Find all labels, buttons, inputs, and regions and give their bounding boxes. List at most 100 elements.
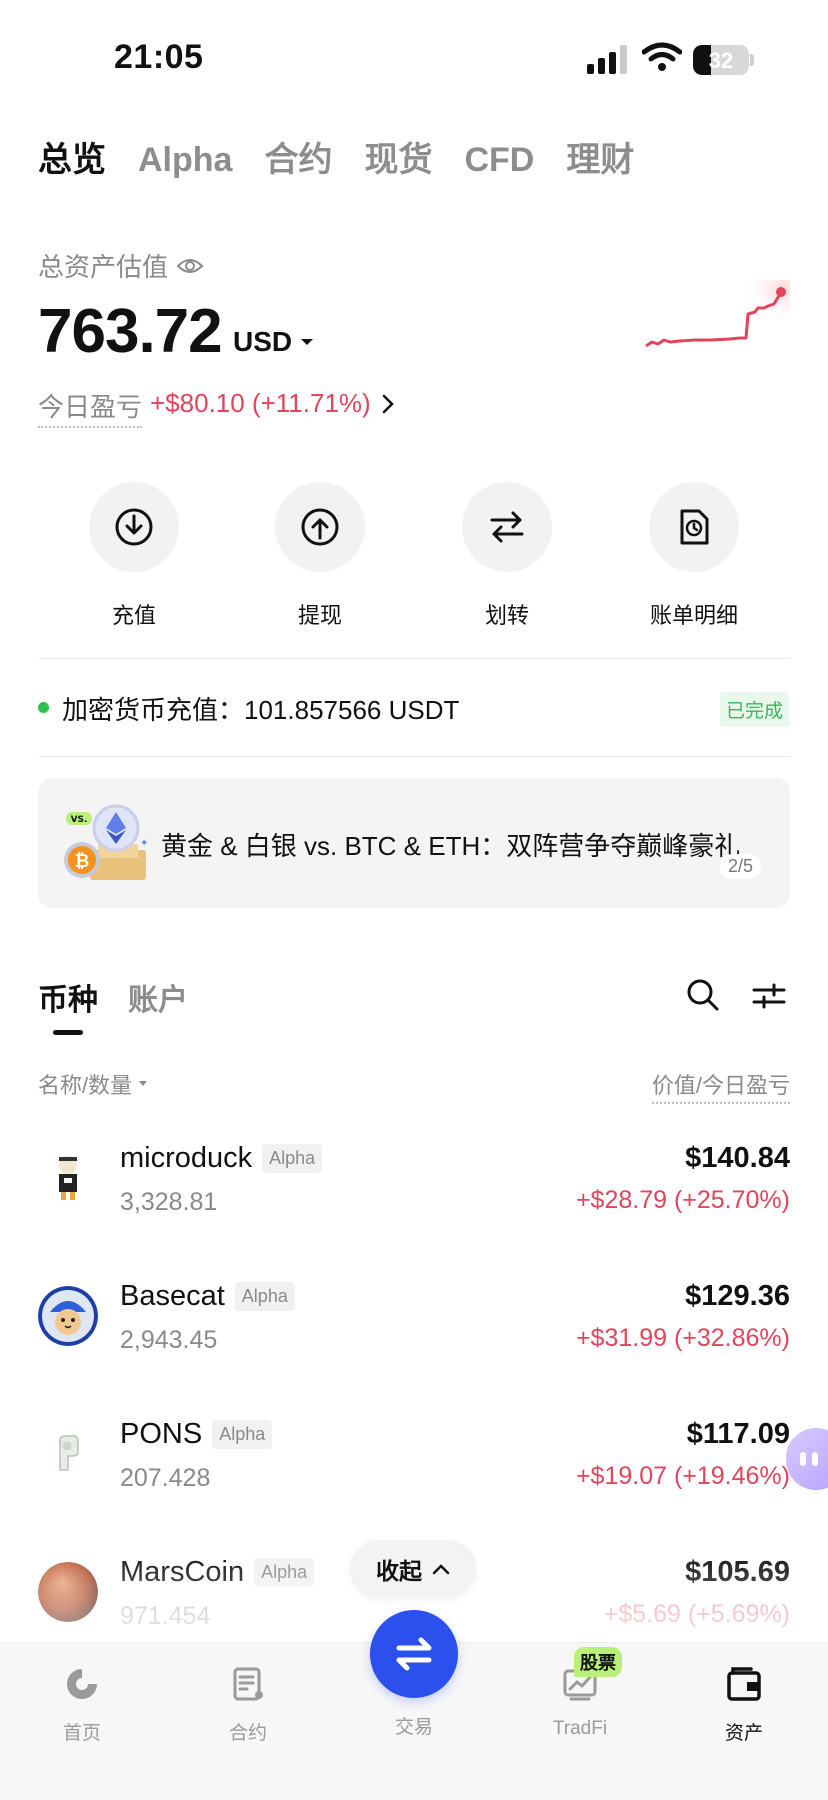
- trade-button[interactable]: [370, 1610, 458, 1698]
- status-dot: [38, 702, 49, 713]
- nav-assets[interactable]: 资产: [684, 1665, 804, 1745]
- trade-icon: [396, 1637, 432, 1671]
- search-icon[interactable]: [686, 978, 720, 1012]
- tab-coins[interactable]: 币种: [38, 975, 98, 1019]
- currency-selector[interactable]: USD: [233, 326, 314, 358]
- asset-row[interactable]: Basecat Alpha 2,943.45 $129.36 +$31.99 (…: [0, 1262, 828, 1400]
- transfer-circle: [462, 482, 552, 572]
- nav-home-label: 首页: [62, 1723, 101, 1744]
- asset-name-row: Basecat Alpha: [120, 1280, 295, 1313]
- transfer-icon: [490, 511, 524, 543]
- deposit-circle: [89, 482, 179, 572]
- asset-quantity: 3,328.81: [120, 1188, 218, 1216]
- home-icon: [67, 1669, 97, 1699]
- wifi-icon: [642, 42, 682, 71]
- tab-earn[interactable]: 理财: [566, 132, 634, 181]
- withdraw-action[interactable]: 提现: [250, 482, 390, 630]
- withdraw-circle: [275, 482, 365, 572]
- deposit-notice[interactable]: 加密货币充值：101.857566 USDT: [62, 690, 459, 727]
- deposit-action[interactable]: 充值: [64, 482, 204, 630]
- battery-cap: [750, 54, 754, 66]
- asset-change: +$5.69 (+5.69%): [603, 1600, 790, 1628]
- asset-row[interactable]: PONS Alpha 207.428 $117.09 +$19.07 (+19.…: [0, 1400, 828, 1538]
- bill-label: 账单明细: [649, 603, 738, 628]
- promo-art-badge: VS.: [71, 815, 88, 825]
- total-asset-label: 总资产估值: [38, 247, 204, 284]
- caret-down-icon: [301, 339, 314, 345]
- status-badge: 已完成: [720, 692, 790, 727]
- nav-trade-label: 交易: [394, 1717, 433, 1738]
- promo-art-icon: ₿ VS. ✦: [64, 804, 148, 880]
- today-pnl-label[interactable]: 今日盈亏: [38, 387, 143, 428]
- tab-alpha[interactable]: Alpha: [138, 141, 232, 180]
- microduck-avatar: [38, 1148, 98, 1208]
- bill-action[interactable]: 账单明细: [624, 482, 764, 630]
- chevron-right-icon: [382, 394, 394, 413]
- bill-icon: [680, 509, 709, 545]
- asset-quantity: 971.454: [120, 1602, 211, 1630]
- alpha-tag: Alpha: [262, 1144, 323, 1173]
- asset-name: Basecat: [120, 1280, 225, 1312]
- svg-text:₿: ₿: [75, 851, 90, 872]
- asset-name: microduck: [120, 1142, 253, 1174]
- battery-indicator: 32: [693, 45, 749, 75]
- top-tabs: 总览 Alpha 合约 现货 CFD 理财: [38, 132, 666, 181]
- asset-name: MarsCoin: [120, 1556, 245, 1588]
- marscoin-avatar: [38, 1562, 98, 1622]
- battery-level: 32: [708, 48, 734, 73]
- asset-change: +$31.99 (+32.86%): [575, 1324, 790, 1352]
- balance-sparkline: [645, 280, 790, 348]
- col-left-label: 名称/数量: [38, 1073, 133, 1098]
- asset-name-row: microduck Alpha: [120, 1142, 323, 1175]
- asset-change: +$19.07 (+19.46%): [575, 1462, 790, 1490]
- filter-icon[interactable]: [752, 980, 786, 1012]
- asset-name: PONS: [120, 1418, 203, 1450]
- upload-icon: [301, 508, 339, 546]
- deposit-label: 充值: [111, 603, 156, 628]
- divider-top: [38, 658, 790, 659]
- today-pnl-amount: +$80.10 (+11.71%): [150, 388, 371, 418]
- eye-icon[interactable]: [176, 256, 204, 276]
- asset-quantity: 207.428: [120, 1464, 211, 1492]
- divider-bottom: [38, 756, 790, 757]
- nav-contract[interactable]: 合约: [188, 1665, 308, 1745]
- transfer-action[interactable]: 划转: [437, 482, 577, 630]
- collapse-button[interactable]: 收起: [350, 1540, 476, 1598]
- sort-value-pnl[interactable]: 价值/今日盈亏: [651, 1068, 790, 1104]
- tab-spot[interactable]: 现货: [364, 132, 432, 181]
- svg-text:✦: ✦: [140, 838, 148, 849]
- total-asset-label-text: 总资产估值: [38, 252, 169, 282]
- caret-down-icon: [139, 1081, 148, 1086]
- promo-banner-text: 黄金 & 白银 vs. BTC & ETH：双阵营争夺巅峰豪礼: [161, 831, 741, 861]
- wallet-icon: [727, 1667, 761, 1701]
- status-time: 21:05: [114, 38, 204, 76]
- tab-contract[interactable]: 合约: [264, 132, 332, 181]
- tab-accounts[interactable]: 账户: [128, 975, 188, 1019]
- stock-badge: 股票: [574, 1647, 622, 1677]
- contract-icon: [233, 1667, 263, 1701]
- assistant-bubble[interactable]: [786, 1428, 828, 1490]
- total-balance: 763.72: [38, 297, 223, 366]
- asset-value: $129.36: [685, 1280, 790, 1312]
- alpha-tag: Alpha: [234, 1282, 295, 1311]
- asset-value: $105.69: [685, 1556, 790, 1588]
- asset-quantity: 2,943.45: [120, 1326, 218, 1354]
- nav-home[interactable]: 首页: [22, 1665, 142, 1745]
- asset-name-row: MarsCoin Alpha: [120, 1556, 315, 1589]
- asset-value: $140.84: [685, 1142, 790, 1174]
- asset-row[interactable]: microduck Alpha 3,328.81 $140.84 +$28.79…: [0, 1124, 828, 1262]
- asset-value: $117.09: [686, 1418, 790, 1450]
- sort-name-quantity[interactable]: 名称/数量: [38, 1068, 148, 1100]
- transfer-label: 划转: [484, 603, 529, 628]
- asset-change: +$28.79 (+25.70%): [575, 1186, 790, 1214]
- tab-cfd[interactable]: CFD: [464, 141, 534, 180]
- asset-name-row: PONS Alpha: [120, 1418, 273, 1451]
- promo-page-indicator: 2/5: [720, 854, 762, 879]
- signal-icon: [587, 45, 627, 74]
- today-pnl-value[interactable]: +$80.10 (+11.71%): [150, 388, 395, 419]
- basecat-avatar: [38, 1286, 98, 1346]
- nav-assets-label: 资产: [724, 1723, 763, 1744]
- tab-overview[interactable]: 总览: [38, 132, 106, 181]
- currency-label: USD: [233, 326, 293, 357]
- assistant-face-icon: [800, 1452, 818, 1466]
